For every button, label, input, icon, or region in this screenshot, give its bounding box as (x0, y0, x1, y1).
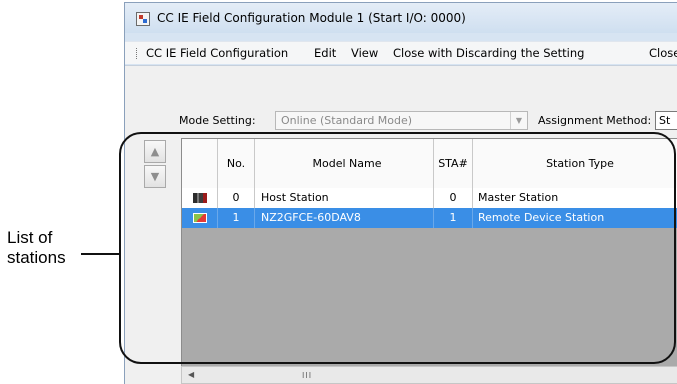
move-up-button[interactable]: ▲ (144, 140, 166, 163)
table-row[interactable]: 0 Host Station 0 Master Station (182, 188, 677, 209)
mode-setting-value: Online (Standard Mode) (281, 114, 413, 127)
column-header-model-name[interactable]: Model Name (255, 139, 434, 188)
application-icon (136, 12, 150, 26)
row-icon-cell (182, 188, 218, 208)
menu-close-discard[interactable]: Close with Discarding the Setting (393, 46, 584, 60)
cell-station-type: Remote Device Station (473, 208, 677, 228)
scroll-thumb-grip[interactable]: III (302, 371, 312, 380)
assignment-method-value: St (659, 114, 671, 127)
arrow-up-icon: ▲ (150, 145, 160, 158)
table-row-selected[interactable]: 1 NZ2GFCE-60DAV8 1 Remote Device Station (182, 208, 677, 228)
cell-model-name: NZ2GFCE-60DAV8 (255, 208, 434, 228)
assignment-method-label: Assignment Method: (538, 114, 652, 127)
menu-bar: CC IE Field Configuration Edit View Clos… (125, 41, 677, 64)
chevron-down-icon: ▼ (510, 112, 527, 129)
column-header-sta[interactable]: STA# (434, 139, 473, 188)
cell-no: 0 (218, 188, 255, 208)
station-icon (193, 193, 207, 203)
annotation-label: List of stations (7, 228, 66, 268)
window-title: CC IE Field Configuration Module 1 (Star… (157, 11, 466, 25)
row-icon-cell (182, 208, 218, 228)
callout-leader-line (81, 253, 120, 255)
annotation-line-2: stations (7, 248, 66, 267)
cell-no: 1 (218, 208, 255, 228)
station-list: No. Model Name STA# Station Type 0 Host … (181, 138, 677, 374)
column-header-icon[interactable] (182, 139, 218, 188)
menu-cc-ie-field-configuration[interactable]: CC IE Field Configuration (146, 46, 288, 60)
scroll-left-icon[interactable]: ◀ (188, 370, 194, 379)
toolbar-grip-icon[interactable] (136, 48, 139, 59)
mode-setting-label: Mode Setting: (179, 114, 256, 127)
remote-device-icon (193, 213, 207, 223)
table-header: No. Model Name STA# Station Type (182, 139, 677, 189)
title-bar[interactable]: CC IE Field Configuration Module 1 (Star… (125, 3, 677, 33)
configuration-window: CC IE Field Configuration Module 1 (Star… (124, 2, 677, 384)
cell-sta: 1 (434, 208, 473, 228)
move-down-button[interactable]: ▼ (144, 165, 166, 188)
arrow-down-icon: ▼ (150, 170, 160, 183)
annotation-line-1: List of (7, 228, 53, 247)
column-header-station-type[interactable]: Station Type (473, 139, 677, 188)
cell-sta: 0 (434, 188, 473, 208)
cell-model-name: Host Station (255, 188, 434, 208)
window-content: Mode Setting: Online (Standard Mode) ▼ A… (125, 65, 677, 384)
mode-setting-select: Online (Standard Mode) ▼ (275, 111, 528, 130)
assignment-method-select[interactable]: St (655, 111, 677, 130)
menu-close[interactable]: Close (649, 46, 677, 60)
menu-edit[interactable]: Edit (314, 46, 336, 60)
menu-view[interactable]: View (351, 46, 378, 60)
column-header-no[interactable]: No. (218, 139, 255, 188)
cell-station-type: Master Station (473, 188, 677, 208)
horizontal-scrollbar[interactable]: ◀ III (181, 366, 677, 384)
